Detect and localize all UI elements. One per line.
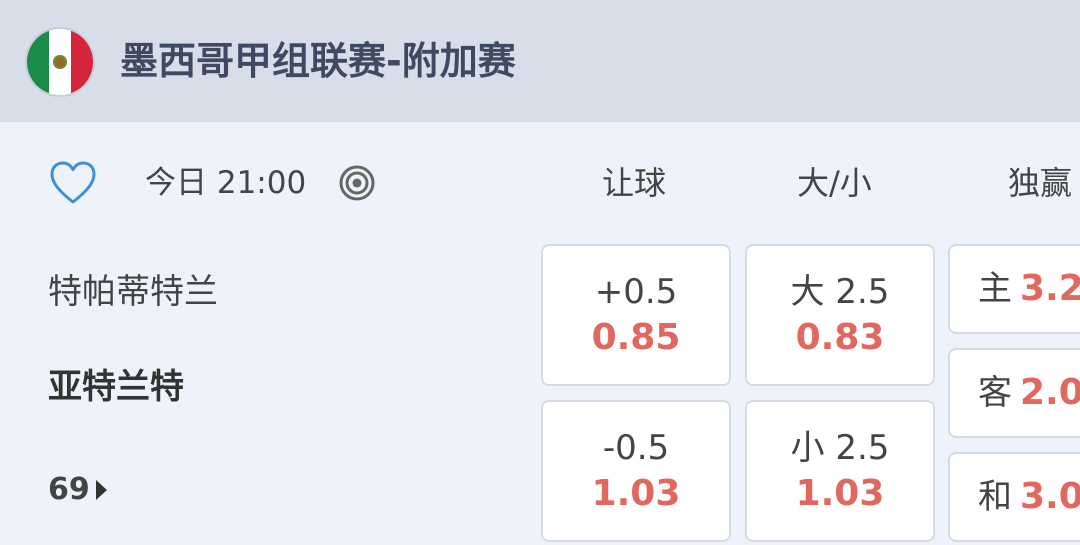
- odds-price: 0.85: [591, 317, 681, 358]
- match-time: 今日 21:00: [145, 165, 307, 201]
- more-markets-button[interactable]: 69: [48, 470, 107, 510]
- odds-price: 0.83: [795, 317, 885, 358]
- moneyline-home-odds-button[interactable]: 主 3.2: [948, 244, 1080, 334]
- over-odds-button[interactable]: 大 2.5 0.83: [745, 244, 935, 386]
- column-header-handicap: 让球: [602, 164, 667, 202]
- league-title: 墨西哥甲组联赛-附加赛: [120, 39, 516, 83]
- play-arrow-icon: [95, 480, 107, 500]
- odds-price: 1.03: [591, 473, 681, 514]
- moneyline-draw-odds-button[interactable]: 和 3.0: [948, 452, 1080, 542]
- handicap-home-odds-button[interactable]: +0.5 0.85: [541, 244, 731, 386]
- odds-line: 和 3.0: [978, 472, 1080, 522]
- odds-line: 小 2.5: [790, 428, 890, 468]
- live-stats-icon[interactable]: [337, 163, 377, 203]
- away-team-name: 亚特兰特: [48, 367, 184, 407]
- odds-price: 2.0: [1020, 372, 1080, 413]
- odds-price: 3.0: [1020, 476, 1080, 517]
- column-header-over-under: 大/小: [797, 164, 872, 202]
- odds-label: 客: [978, 373, 1012, 413]
- column-header-moneyline: 独赢: [1008, 164, 1073, 202]
- home-team-name: 特帕蒂特兰: [48, 272, 218, 312]
- handicap-away-odds-button[interactable]: -0.5 1.03: [541, 400, 731, 542]
- mexico-flag-icon: [25, 27, 95, 97]
- moneyline-away-odds-button[interactable]: 客 2.0: [948, 348, 1080, 438]
- odds-label: 主: [978, 269, 1012, 309]
- league-header[interactable]: 墨西哥甲组联赛-附加赛: [0, 0, 1080, 122]
- odds-price: 1.03: [795, 473, 885, 514]
- odds-line: 大 2.5: [790, 272, 890, 312]
- odds-label: 和: [978, 477, 1012, 517]
- odds-line: 客 2.0: [978, 368, 1080, 418]
- odds-line: +0.5: [594, 272, 678, 312]
- under-odds-button[interactable]: 小 2.5 1.03: [745, 400, 935, 542]
- odds-line: -0.5: [602, 428, 670, 468]
- heart-icon[interactable]: [49, 160, 97, 206]
- more-markets-count: 69: [48, 472, 90, 507]
- odds-price: 3.2: [1020, 268, 1080, 309]
- odds-line: 主 3.2: [978, 264, 1080, 314]
